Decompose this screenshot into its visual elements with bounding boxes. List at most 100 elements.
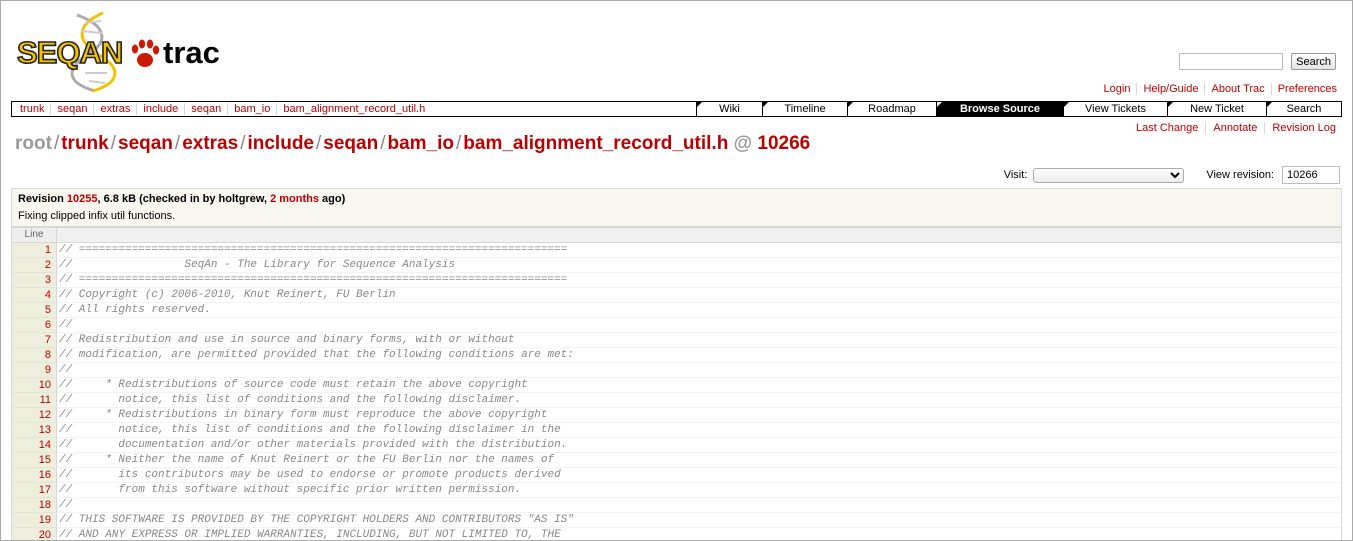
path-nav-extras[interactable]: extras [93, 103, 136, 115]
line-number-cell: 12 [12, 408, 57, 423]
tab-wiki[interactable]: Wiki [696, 102, 762, 116]
line-number-cell: 7 [12, 333, 57, 348]
tab-search[interactable]: Search [1266, 102, 1341, 116]
path-nav-seqan[interactable]: seqan [50, 103, 93, 115]
line-number-link[interactable]: 9 [45, 364, 51, 376]
code-header: Line [12, 228, 1341, 243]
login-link[interactable]: Login [1098, 83, 1137, 95]
code-text: // [57, 318, 1341, 333]
about-trac-link[interactable]: About Trac [1204, 83, 1270, 95]
visit-form: Visit: View revision: [1004, 166, 1340, 184]
path-file[interactable]: bam_alignment_record_util.h [463, 133, 728, 154]
path-nav-file[interactable]: bam_alignment_record_util.h [276, 103, 431, 115]
path-extras[interactable]: extras [182, 133, 238, 154]
line-number-cell: 6 [12, 318, 57, 333]
tab-view-tickets[interactable]: View Tickets [1063, 102, 1167, 116]
help-guide-link[interactable]: Help/Guide [1136, 83, 1204, 95]
tab-browse-source[interactable]: Browse Source [936, 102, 1063, 116]
code-line: 18 // [12, 498, 1341, 513]
path-seqan-2[interactable]: seqan [323, 133, 378, 154]
code-line: 16 // its contributors may be used to end… [12, 468, 1341, 483]
code-text: // =====================================… [57, 273, 1341, 288]
code-line: 4 // Copyright (c) 2006-2010, Knut Reiner… [12, 288, 1341, 303]
code-text: // Redistribution and use in source and … [57, 333, 1341, 348]
line-number-link[interactable]: 17 [39, 484, 51, 496]
code-line: 11 // notice, this list of conditions and… [12, 393, 1341, 408]
visit-label: Visit: [1003, 169, 1028, 181]
line-number-link[interactable]: 13 [39, 424, 51, 436]
seqan-trac-logo[interactable]: SEQAN trac [15, 11, 230, 93]
line-number-link[interactable]: 3 [45, 274, 51, 286]
line-number-link[interactable]: 4 [45, 289, 51, 301]
tab-timeline[interactable]: Timeline [762, 102, 847, 116]
code-text: // AND ANY EXPRESS OR IMPLIED WARRANTIES… [57, 528, 1341, 540]
path-revision[interactable]: 10266 [757, 133, 810, 154]
line-number-cell: 16 [12, 468, 57, 483]
line-number-link[interactable]: 16 [39, 469, 51, 481]
code-line: 17 // from this software without specific… [12, 483, 1341, 498]
revision-prefix: Revision [18, 193, 67, 205]
line-number-cell: 8 [12, 348, 57, 363]
view-revision-input[interactable] [1282, 166, 1340, 184]
annotate-link[interactable]: Annotate [1205, 122, 1264, 134]
line-number-link[interactable]: 7 [45, 334, 51, 346]
context-nav: Last Change Annotate Revision Log [1129, 122, 1343, 134]
path-include[interactable]: include [247, 133, 314, 154]
revision-link[interactable]: 10255 [67, 193, 98, 205]
last-change-link[interactable]: Last Change [1129, 122, 1205, 134]
search-form: Search [1179, 53, 1336, 70]
line-number-cell: 9 [12, 363, 57, 378]
visit-select[interactable] [1033, 167, 1185, 183]
svg-text:SEQAN: SEQAN [17, 35, 122, 70]
revision-summary: Revision 10255, 6.8 kB (checked in by ho… [18, 193, 1335, 205]
revision-log-link[interactable]: Revision Log [1264, 122, 1343, 134]
line-number-link[interactable]: 12 [39, 409, 51, 421]
line-number-link[interactable]: 8 [45, 349, 51, 361]
code-line: 3 // ====================================… [12, 273, 1341, 288]
age-link[interactable]: 2 months [270, 193, 319, 205]
search-button[interactable]: Search [1291, 53, 1336, 70]
line-number-link[interactable]: 14 [39, 439, 51, 451]
line-number-link[interactable]: 20 [39, 529, 51, 540]
line-number-cell: 19 [12, 513, 57, 528]
line-number-link[interactable]: 15 [39, 454, 51, 466]
preferences-link[interactable]: Preferences [1270, 83, 1343, 95]
line-number-cell: 11 [12, 393, 57, 408]
code-line: 6 // [12, 318, 1341, 333]
code-text: // * Redistributions of source code must… [57, 378, 1341, 393]
seqan-trac-logo-image: SEQAN trac [16, 11, 220, 93]
code-line: 9 // [12, 363, 1341, 378]
path-bam-io[interactable]: bam_io [387, 133, 454, 154]
line-number-link[interactable]: 18 [39, 499, 51, 511]
tab-roadmap[interactable]: Roadmap [847, 102, 936, 116]
search-input[interactable] [1179, 53, 1284, 70]
line-number-link[interactable]: 19 [39, 514, 51, 526]
code-line: 7 // Redistribution and use in source and… [12, 333, 1341, 348]
code-text: // notice, this list of conditions and t… [57, 423, 1341, 438]
line-number-link[interactable]: 1 [45, 244, 51, 256]
path-separator: / [456, 133, 462, 154]
path-nav-seqan-2[interactable]: seqan [184, 103, 227, 115]
line-number-link[interactable]: 10 [39, 379, 51, 391]
path-seqan[interactable]: seqan [118, 133, 173, 154]
code-text: // All rights reserved. [57, 303, 1341, 318]
line-number-link[interactable]: 6 [45, 319, 51, 331]
line-number-link[interactable]: 11 [40, 394, 51, 406]
path-nav: trunk seqan extras include seqan bam_io … [12, 102, 696, 116]
commit-message: Fixing clipped infix util functions. [18, 210, 176, 222]
tab-new-ticket[interactable]: New Ticket [1167, 102, 1266, 116]
line-number-cell: 18 [12, 498, 57, 513]
path-separator: / [316, 133, 322, 154]
line-number-cell: 4 [12, 288, 57, 303]
line-number-link[interactable]: 5 [45, 304, 51, 316]
page-title-path: root / trunk / seqan / extras / include / seqan / ba… [15, 133, 810, 155]
path-separator: / [174, 133, 181, 154]
path-trunk[interactable]: trunk [61, 133, 109, 154]
path-nav-trunk[interactable]: trunk [14, 103, 50, 115]
path-nav-bam-io[interactable]: bam_io [227, 103, 276, 115]
path-nav-include[interactable]: include [136, 103, 184, 115]
path-root[interactable]: root [15, 133, 52, 154]
code-rows: 1 // ====================================… [12, 243, 1341, 540]
line-number-link[interactable]: 2 [45, 259, 51, 271]
line-number-cell: 10 [12, 378, 57, 393]
